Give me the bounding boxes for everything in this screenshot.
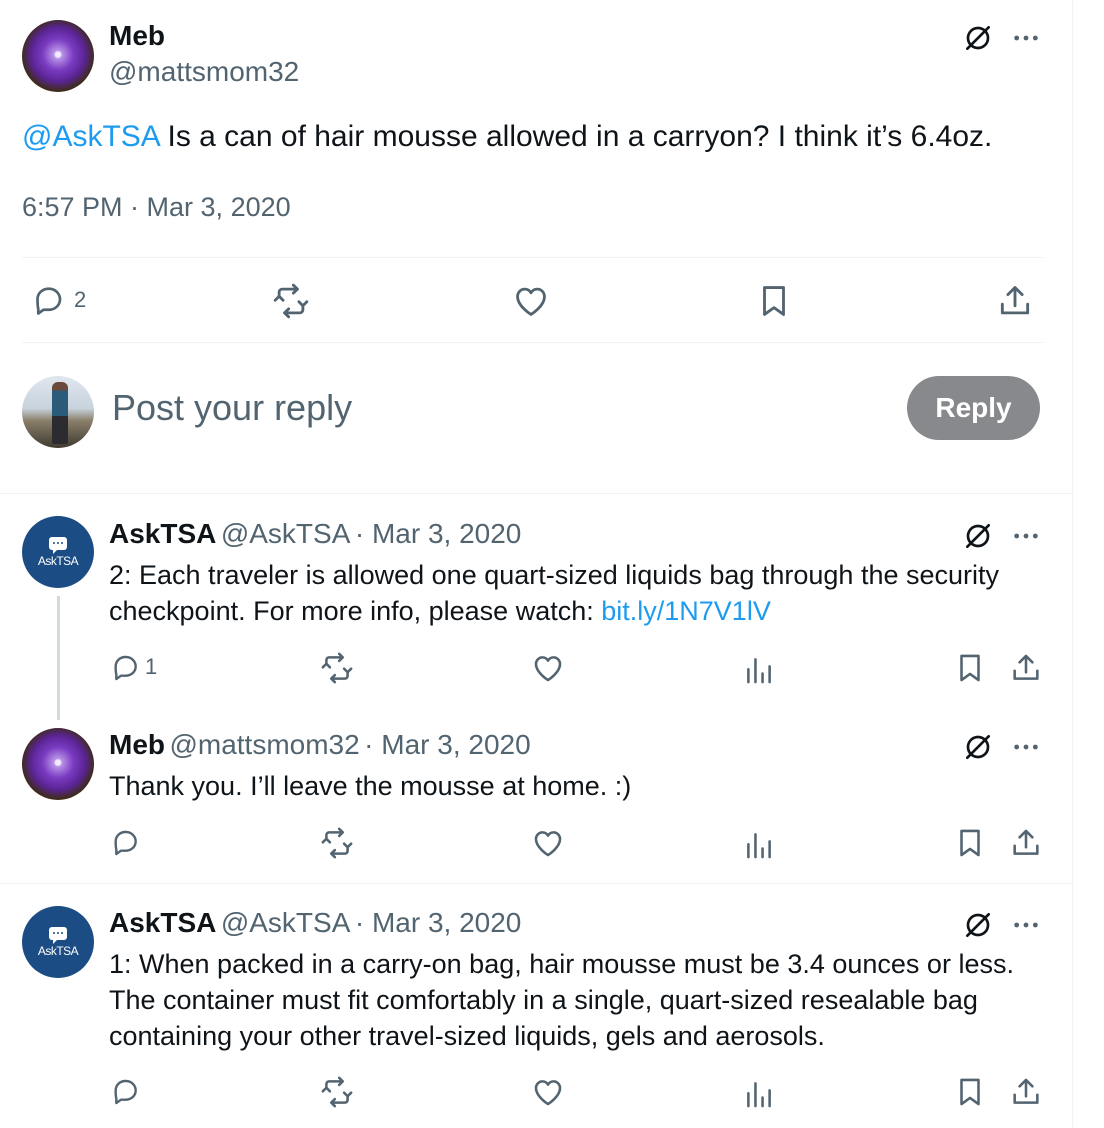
reply-header: AskTSA @AskTSA · Mar 3, 2020 <box>109 518 521 550</box>
post-date[interactable]: · Mar 3, 2020 <box>355 907 522 938</box>
share-button[interactable] <box>996 282 1034 320</box>
more-icon[interactable] <box>1010 520 1042 552</box>
reply-button[interactable]: 1 <box>109 651 157 683</box>
tweet-timestamp[interactable]: 6:57 PM · Mar 3, 2020 <box>22 192 291 223</box>
reply-body: 2: Each traveler is allowed one quart-si… <box>109 560 999 626</box>
like-button[interactable] <box>531 1075 565 1109</box>
like-icon <box>512 282 550 320</box>
share-button[interactable] <box>1009 826 1043 860</box>
reply-submit-button[interactable]: Reply <box>907 376 1040 440</box>
views-button[interactable] <box>742 653 776 687</box>
views-button[interactable] <box>742 1077 776 1111</box>
author-name[interactable]: Meb <box>109 729 165 760</box>
avatar[interactable]: AskTSA <box>22 516 94 588</box>
divider <box>22 342 1044 343</box>
like-button[interactable] <box>531 651 565 685</box>
external-link[interactable]: bit.ly/1N7V1lV <box>601 596 771 626</box>
column-border <box>1072 0 1073 1128</box>
repost-button[interactable] <box>272 282 310 320</box>
like-button[interactable] <box>512 282 550 320</box>
reply-input[interactable] <box>112 383 872 433</box>
like-button[interactable] <box>531 826 565 860</box>
views-icon <box>742 653 776 687</box>
share-icon <box>1009 651 1043 685</box>
avatar-label: AskTSA <box>37 553 79 568</box>
reply-text: 2: Each traveler is allowed one quart-si… <box>109 557 1049 629</box>
repost-icon <box>320 826 354 860</box>
views-icon <box>742 828 776 862</box>
reply-count: 1 <box>145 654 158 679</box>
share-button[interactable] <box>1009 1075 1043 1109</box>
avatar[interactable] <box>22 728 94 800</box>
author-handle[interactable]: @mattsmom32 <box>169 729 359 760</box>
reply-text: Thank you. I’ll leave the mousse at home… <box>109 771 632 801</box>
author-name[interactable]: AskTSA <box>109 518 216 549</box>
avatar[interactable] <box>22 20 94 92</box>
reply-button[interactable]: 2 <box>30 282 86 318</box>
mention-link[interactable]: @AskTSA <box>22 120 159 153</box>
reply-icon <box>109 1075 141 1107</box>
author-handle[interactable]: @mattsmom32 <box>109 56 299 88</box>
bookmark-icon <box>953 1075 987 1109</box>
more-icon[interactable] <box>1010 22 1042 54</box>
divider <box>0 883 1072 884</box>
grok-icon[interactable] <box>962 520 994 552</box>
share-button[interactable] <box>1009 651 1043 685</box>
author-name[interactable]: AskTSA <box>109 907 216 938</box>
views-button[interactable] <box>742 828 776 862</box>
bookmark-icon <box>755 282 793 320</box>
my-avatar[interactable] <box>22 376 94 448</box>
chat-icon <box>49 536 67 554</box>
views-icon <box>742 1077 776 1111</box>
bookmark-button[interactable] <box>953 651 987 685</box>
divider <box>0 493 1072 494</box>
post-date[interactable]: · Mar 3, 2020 <box>355 518 522 549</box>
repost-button[interactable] <box>320 1075 354 1109</box>
repost-icon <box>320 651 354 685</box>
bookmark-icon <box>953 826 987 860</box>
repost-button[interactable] <box>320 826 354 860</box>
grok-icon[interactable] <box>962 731 994 763</box>
avatar-label: AskTSA <box>37 943 79 958</box>
bookmark-icon <box>953 651 987 685</box>
like-icon <box>531 1075 565 1109</box>
bookmark-button[interactable] <box>953 1075 987 1109</box>
author-handle[interactable]: @AskTSA <box>221 907 351 938</box>
divider <box>22 257 1044 258</box>
share-icon <box>1009 826 1043 860</box>
repost-button[interactable] <box>320 651 354 685</box>
share-icon <box>996 282 1034 320</box>
repost-icon <box>320 1075 354 1109</box>
tweet-text: @AskTSA Is a can of hair mousse allowed … <box>22 118 1062 156</box>
reply-header: Meb @mattsmom32 · Mar 3, 2020 <box>109 729 531 761</box>
reply-button[interactable] <box>109 1075 141 1107</box>
author-name[interactable]: Meb <box>109 20 165 52</box>
bookmark-button[interactable] <box>755 282 793 320</box>
avatar[interactable]: AskTSA <box>22 906 94 978</box>
chat-icon <box>49 926 67 944</box>
grok-icon[interactable] <box>962 909 994 941</box>
like-icon <box>531 651 565 685</box>
reply-button[interactable] <box>109 826 141 858</box>
reply-icon <box>30 282 66 318</box>
share-icon <box>1009 1075 1043 1109</box>
tweet-body: Is a can of hair mousse allowed in a car… <box>159 120 993 153</box>
thread-line <box>57 596 60 720</box>
author-handle[interactable]: @AskTSA <box>221 518 351 549</box>
reply-icon <box>109 651 141 683</box>
repost-icon <box>272 282 310 320</box>
reply-count: 2 <box>74 287 87 312</box>
like-icon <box>531 826 565 860</box>
post-date[interactable]: · Mar 3, 2020 <box>364 729 531 760</box>
more-icon[interactable] <box>1010 731 1042 763</box>
reply-text: 1: When packed in a carry-on bag, hair m… <box>109 949 1014 1051</box>
reply-header: AskTSA @AskTSA · Mar 3, 2020 <box>109 907 521 939</box>
reply-icon <box>109 826 141 858</box>
bookmark-button[interactable] <box>953 826 987 860</box>
more-icon[interactable] <box>1010 909 1042 941</box>
grok-icon[interactable] <box>962 22 994 54</box>
